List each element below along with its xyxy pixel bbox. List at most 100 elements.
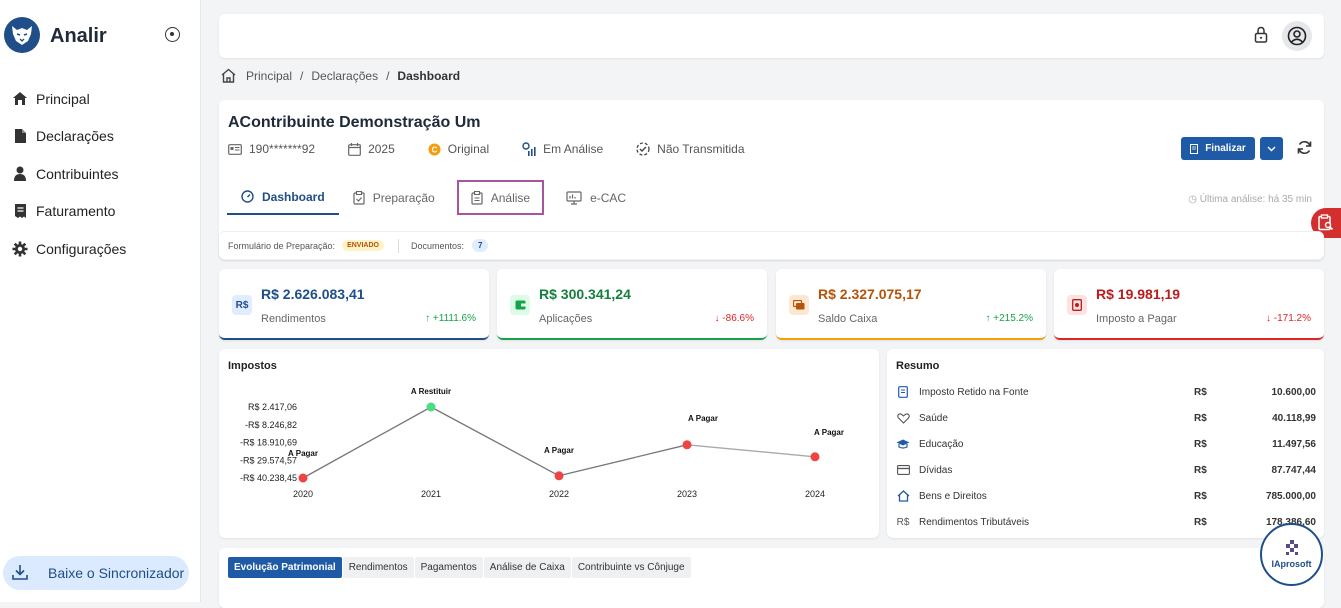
sidebar-item-faturamento[interactable]: Faturamento [0,193,200,231]
clipboard-icon [471,190,483,205]
kpi-saldo-caixa[interactable]: R$ 2.327.075,17 Saldo Caixa ↑ +215.2% [776,269,1046,340]
document-icon [1190,143,1199,154]
clock-icon: ◷ [1188,194,1200,205]
iaprosoft-text: IAprosoft [1271,559,1312,569]
last-analysis-text: Última análise: há 35 min [1199,194,1312,205]
breadcrumb-declaracoes[interactable]: Declarações [311,69,378,83]
finalize-label: Finalizar [1205,143,1246,154]
breadcrumb: Principal / Declarações / Dashboard [220,68,460,83]
tab-contribuinte-vs-conjuge[interactable]: Contribuinte vs Cônjuge [571,557,691,578]
tab-analise-de-caixa[interactable]: Análise de Caixa [483,557,571,578]
currency-icon: R$ [232,295,252,315]
kpi-label: Saldo Caixa [818,313,878,325]
graduation-cap-icon [896,439,910,449]
data-point [682,440,692,450]
sidebar-item-label: Contribuintes [36,165,119,182]
cpf-value: 190*******92 [249,142,316,156]
download-sync-label: Baixe o Sincronizador [48,565,185,581]
tab-pagamentos[interactable]: Pagamentos [414,557,483,578]
sidebar-item-contribuintes[interactable]: Contribuintes [0,155,200,193]
point-label: A Pagar [544,446,574,455]
sidebar-item-declaracoes[interactable]: Declarações [0,118,200,156]
data-point [554,471,564,481]
y-tick-label: R$ 2.417,06 [248,402,297,412]
kpi-value: R$ 2.327.075,17 [818,286,922,302]
analysis-status-icon [522,142,536,156]
type-value: Original [447,142,490,156]
y-tick-label: -R$ 40.238,45 [240,473,297,483]
resumo-label: Imposto Retido na Fonte [919,386,1029,398]
kpi-aplicacoes[interactable]: R$ 300.341,24 Aplicações ↓ -86.6% [497,269,767,340]
series-line [430,406,560,477]
last-analysis-time: ◷ Última análise: há 35 min [1188,194,1312,205]
documents-count-badge[interactable]: 7 [472,239,489,252]
breadcrumb-current: Dashboard [397,68,461,83]
data-point [810,452,820,462]
tab-analise[interactable]: Análise [456,180,545,215]
heart-icon [896,412,910,424]
sidebar-item-label: Principal [36,90,90,107]
tab-ecac[interactable]: e-CAC [552,180,640,215]
x-tick-label: 2024 [805,489,825,499]
download-icon [12,564,28,583]
x-tick-label: 2020 [293,489,313,499]
receipt-icon [12,203,28,219]
finalize-button[interactable]: Finalizar [1181,137,1255,160]
kpi-value: R$ 300.341,24 [539,286,631,302]
finalize-dropdown-button[interactable] [1260,137,1283,160]
download-sync-button[interactable]: Baixe o Sincronizador [3,556,189,590]
monitor-icon [566,190,582,205]
resumo-card: Resumo Imposto Retido na Fonte R$ 10.600… [887,349,1324,538]
kpi-value: R$ 2.626.083,41 [261,286,365,302]
id-card-icon [228,143,242,155]
collapse-sidebar-icon[interactable] [165,27,180,42]
resumo-label: Rendimentos Tributáveis [919,516,1030,528]
resumo-currency: R$ [1194,516,1207,528]
resumo-row: Saúde R$ 40.118,99 [896,410,1316,426]
home-icon[interactable] [220,68,237,83]
user-avatar-icon[interactable] [1282,21,1312,51]
series-line [302,406,432,479]
resumo-value: 40.118,99 [1272,412,1316,424]
x-tick-label: 2023 [677,489,697,499]
wallet-icon [510,295,530,315]
resumo-value: 87.747,44 [1271,464,1317,476]
kpi-change: ↑ +1111.6% [425,313,476,324]
transmission-icon [636,142,650,156]
tab-rendimentos[interactable]: Rendimentos [342,557,414,578]
credit-card-icon [896,465,910,475]
kpi-change: ↓ -171.2% [1265,313,1311,324]
point-label: A Pagar [814,428,844,437]
sidebar-nav: Principal Declarações Contribuintes Fatu… [0,80,200,268]
lock-icon[interactable] [1254,26,1268,48]
form-status-badge: ENVIADO [342,240,384,251]
resumo-value: 10.600,00 [1271,386,1317,398]
data-point [298,473,308,483]
main-tabs: Dashboard Preparação Análise e-CAC [227,180,640,215]
home-icon [896,490,910,502]
analysis-tabs-card: Evolução Patrimonial Rendimentos Pagamen… [219,548,1324,608]
tab-label: Análise [490,190,531,205]
iaprosoft-badge[interactable]: IAprosoft [1260,523,1323,586]
user-icon [12,166,28,182]
declaration-meta: 190*******92 2025 C Original Em Análise N… [228,142,778,156]
sidebar-item-principal[interactable]: Principal [0,80,200,118]
kpi-imposto-a-pagar[interactable]: R$ 19.981,19 Imposto a Pagar ↓ -171.2% [1054,269,1324,340]
kpi-rendimentos[interactable]: R$ R$ 2.626.083,41 Rendimentos ↑ +1111.6… [219,269,489,340]
logo-icon[interactable] [4,17,40,53]
tab-label: Dashboard [262,189,325,204]
sidebar-item-configuracoes[interactable]: Configurações [0,230,200,268]
kpi-label: Imposto a Pagar [1096,313,1177,325]
file-icon [12,128,28,144]
resumo-currency: R$ [1194,464,1207,476]
point-label: A Restituir [411,387,451,396]
breadcrumb-home[interactable]: Principal [246,69,292,83]
resumo-label: Bens e Direitos [919,490,987,502]
impostos-card: Impostos R$ 2.417,06 -R$ 8.246,82 -R$ 18.9… [219,349,879,538]
tab-preparacao[interactable]: Preparação [339,180,449,215]
tab-evolucao-patrimonial[interactable]: Evolução Patrimonial [228,557,342,578]
tab-dashboard[interactable]: Dashboard [227,180,339,215]
receipt-icon [896,386,910,398]
brand-name: Analir [50,25,107,47]
refresh-icon[interactable] [1297,140,1312,160]
